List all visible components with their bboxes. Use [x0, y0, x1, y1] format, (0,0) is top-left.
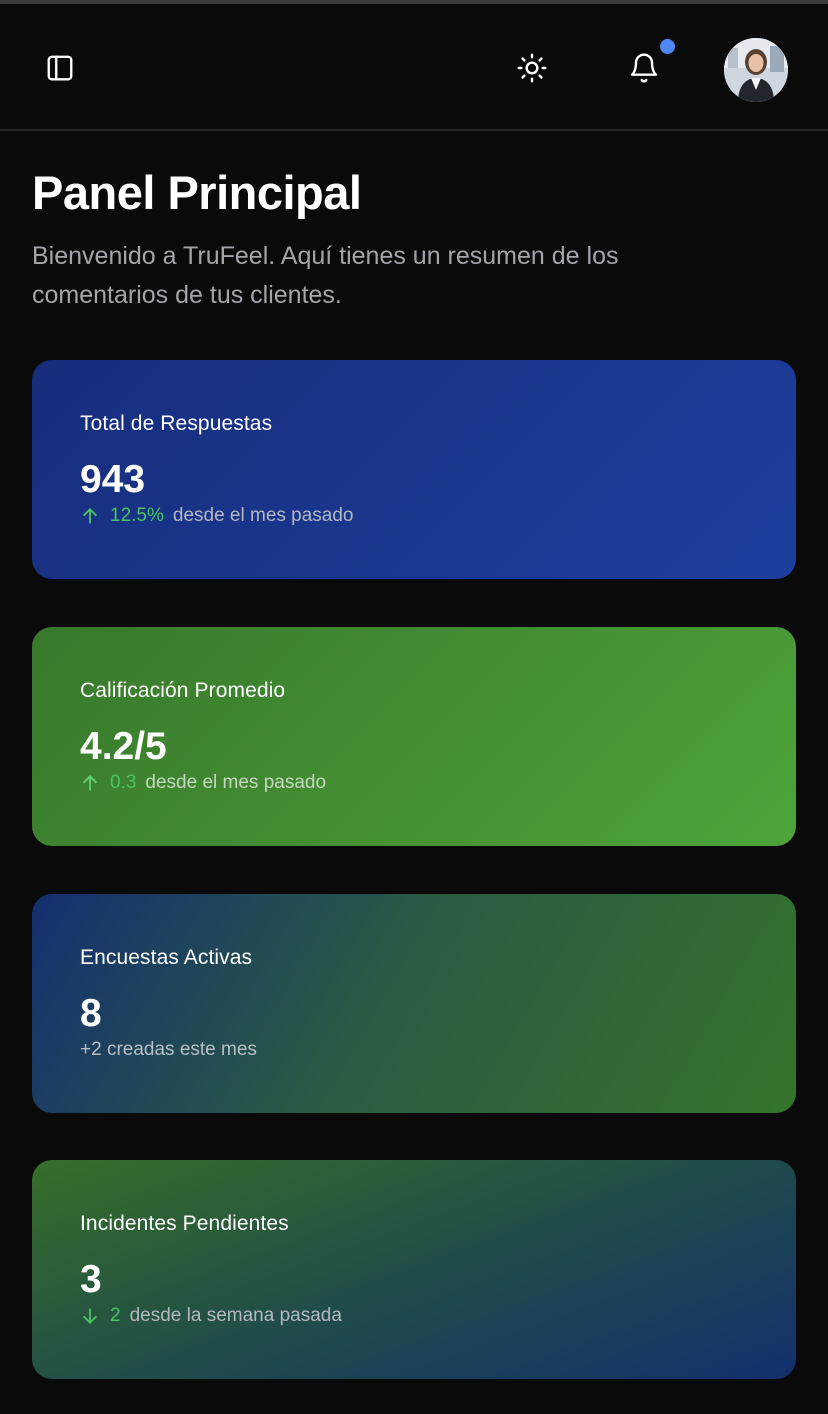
user-avatar[interactable] [724, 38, 788, 102]
stat-card-pending-incidents[interactable]: Incidentes Pendientes 3 2 desde la seman… [32, 1160, 796, 1379]
page-subtitle: Bienvenido a TruFeel. Aquí tienes un res… [32, 242, 619, 309]
stat-card-value: 943 [80, 458, 146, 501]
stat-card-trend: 12.5% desde el mes pasado [80, 505, 354, 527]
notification-badge-dot [660, 39, 675, 54]
stat-card-delta: 2 [110, 1305, 121, 1326]
stat-card-label: Total de Respuestas [80, 412, 273, 435]
stat-card-period: desde el mes pasado [172, 505, 354, 526]
stat-card-label: Calificación Promedio [80, 679, 286, 702]
stat-card-label: Incidentes Pendientes [80, 1212, 289, 1235]
stat-card-delta: 12.5% [110, 505, 164, 526]
stat-card-label: Encuestas Activas [80, 946, 253, 969]
arrow-down-icon [80, 1306, 100, 1326]
arrow-up-icon [80, 773, 100, 793]
stat-card-period: desde la semana pasada [129, 1305, 342, 1326]
stat-card-note: +2 creadas este mes [80, 1039, 257, 1060]
arrow-up-icon [80, 506, 100, 526]
page-title: Panel Principal [32, 166, 362, 219]
bell-icon [628, 52, 660, 84]
stat-card-trend: 0.3 desde el mes pasado [80, 772, 326, 794]
stat-card-value: 3 [80, 1258, 102, 1301]
stat-card-total-responses[interactable]: Total de Respuestas 943 12.5% desde el m… [32, 360, 796, 579]
top-bar [0, 4, 828, 131]
theme-toggle-button[interactable] [508, 44, 556, 92]
stat-card-period: desde el mes pasado [145, 772, 327, 793]
stat-card-value: 4.2/5 [80, 725, 167, 768]
sidebar-toggle-icon [45, 53, 75, 83]
stat-card-delta: 0.3 [110, 772, 137, 793]
stat-card-trend: 2 desde la semana pasada [80, 1305, 342, 1327]
sidebar-toggle-button[interactable] [36, 44, 84, 92]
stat-card-active-surveys[interactable]: Encuestas Activas 8 +2 creadas este mes [32, 894, 796, 1113]
stat-card-value: 8 [80, 992, 102, 1035]
sun-icon [516, 52, 548, 84]
stat-card-average-rating[interactable]: Calificación Promedio 4.2/5 0.3 desde el… [32, 627, 796, 846]
